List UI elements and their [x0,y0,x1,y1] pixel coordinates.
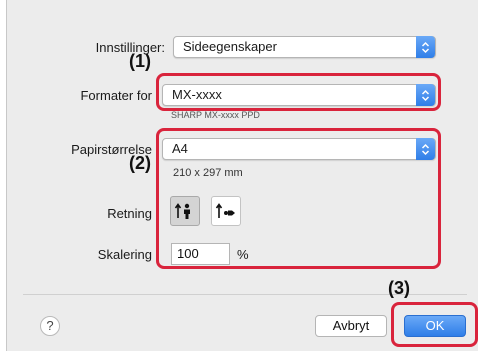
scale-label: Skalering [97,247,152,262]
paper-dimensions-text: 210 x 297 mm [173,167,243,179]
orientation-label: Retning [107,206,152,221]
portrait-orientation-icon [174,203,190,219]
printer-ppd-text: SHARP MX-xxxx PPD [171,110,260,120]
chevron-updown-icon [416,84,435,106]
callout-1: (1) [129,51,151,71]
cancel-button[interactable]: Avbryt [315,315,387,337]
settings-value: Sideegenskaper [183,39,277,54]
format-for-value: MX-xxxx [172,87,222,102]
scale-input[interactable]: 100 [171,243,230,265]
paper-size-label: Papirstørrelse [71,142,152,157]
format-for-popup[interactable]: MX-xxxx [162,84,436,106]
chevron-updown-icon [416,138,435,160]
callout-3: (3) [388,278,410,298]
scale-unit: % [237,247,249,262]
chevron-updown-icon [416,36,435,58]
landscape-orientation-button[interactable] [211,196,241,226]
settings-popup[interactable]: Sideegenskaper [173,36,436,58]
help-icon[interactable]: ? [40,316,60,336]
format-for-label: Formater for [80,88,152,103]
paper-size-value: A4 [172,141,188,156]
landscape-orientation-icon [215,203,235,218]
portrait-orientation-button[interactable] [170,196,200,226]
page-setup-dialog: Innstillinger: Sideegenskaper (1) Format… [6,0,478,351]
ok-button[interactable]: OK [404,315,466,337]
paper-size-popup[interactable]: A4 [162,138,436,160]
